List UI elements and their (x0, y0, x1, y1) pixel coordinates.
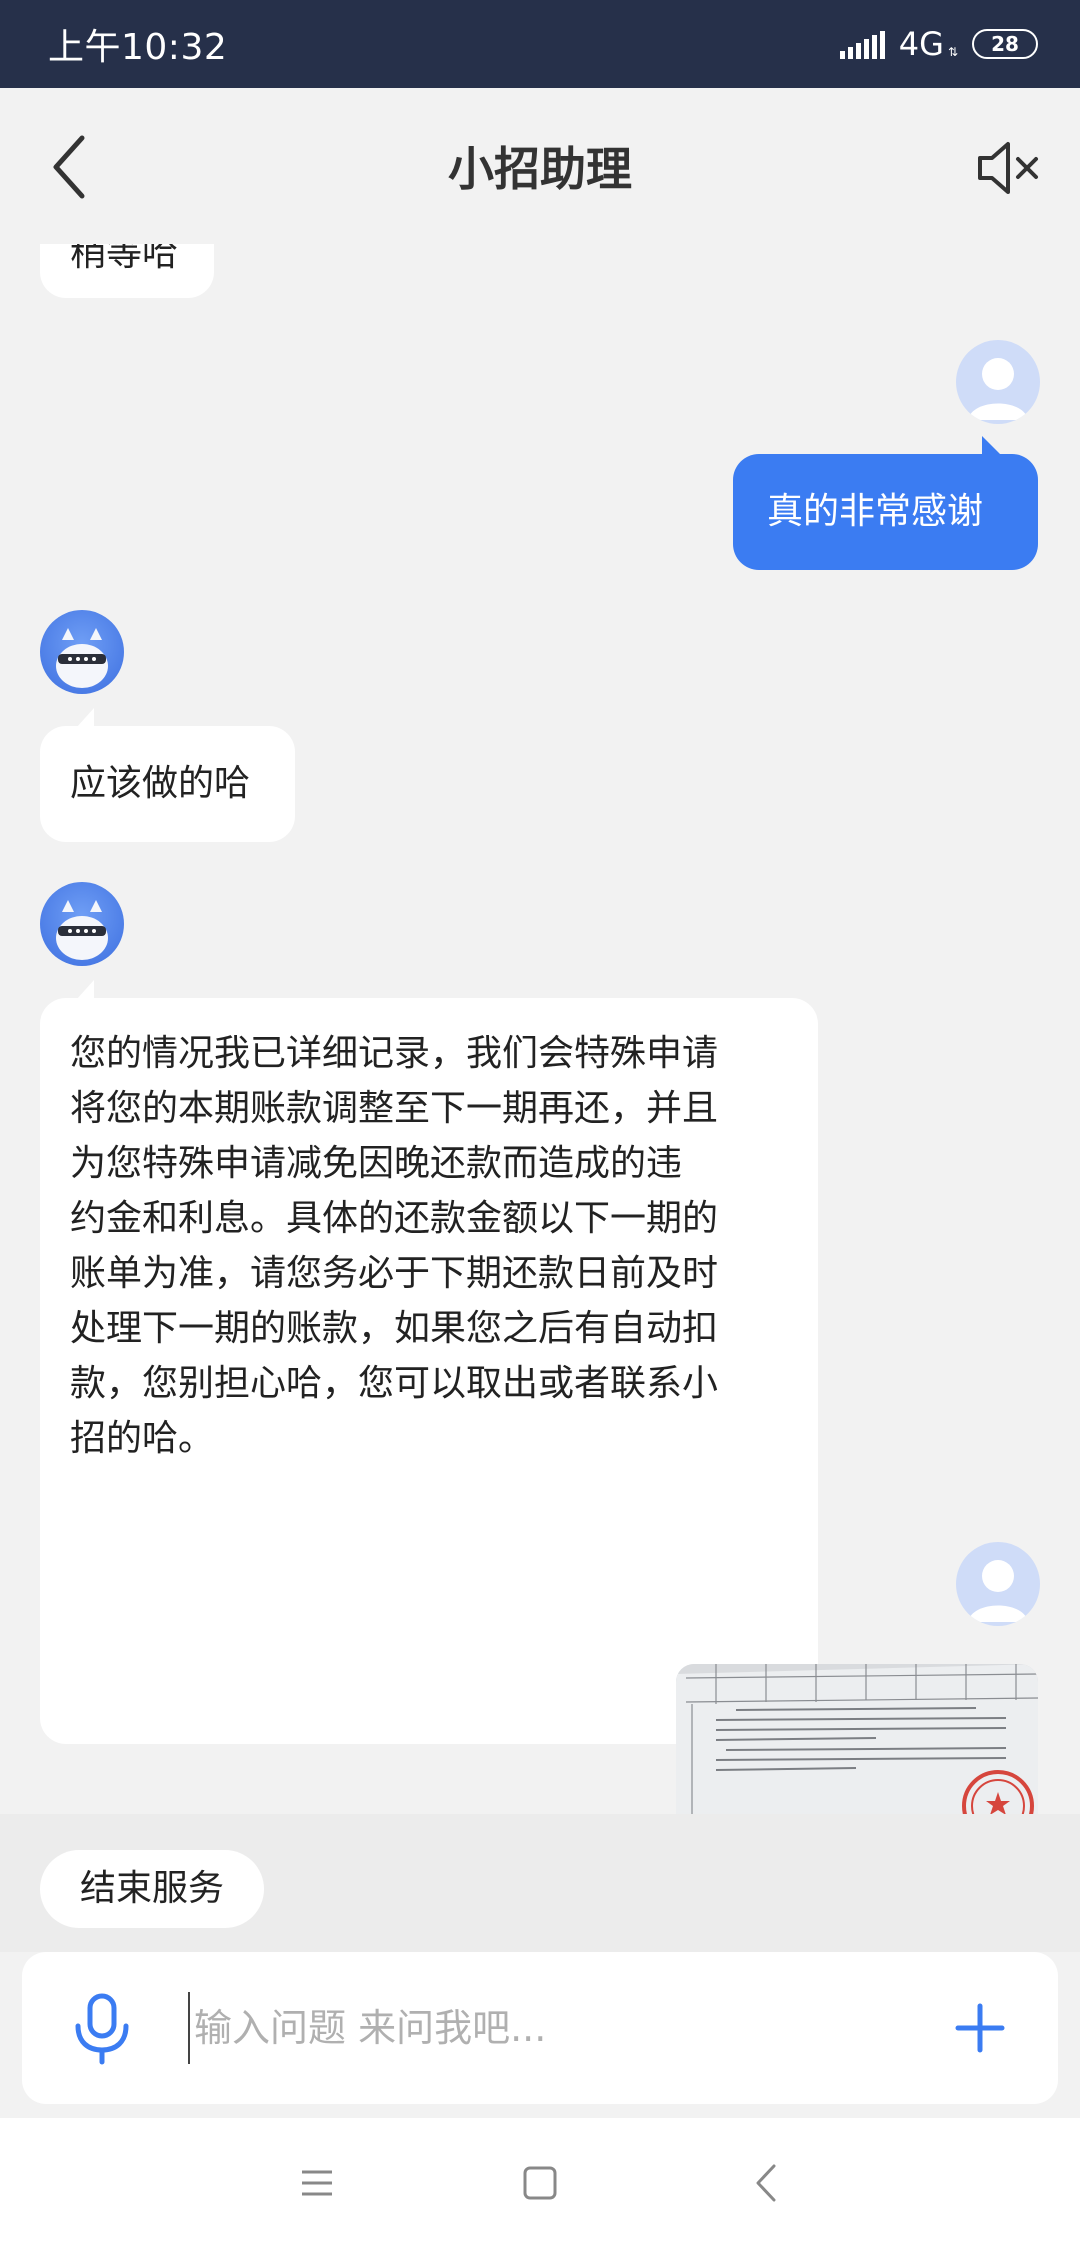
quick-actions-bar: 结束服务 (0, 1814, 1080, 1952)
network-type: 4G (898, 25, 944, 63)
status-indicators: 4G ⇅ 28 (839, 25, 1038, 63)
message-line: 为您特殊申请减免因晚还款而造成的违 (70, 1143, 683, 1184)
message-input[interactable] (188, 1992, 948, 2064)
battery-level: 28 (991, 32, 1019, 56)
square-icon (523, 2166, 557, 2200)
status-bar: 上午10:32 4G ⇅ 28 (0, 0, 1080, 88)
document-photo-thumbnail (676, 1664, 1038, 1814)
message-line: 账单为准，请您务必于下期还款日前及时 (70, 1253, 719, 1294)
status-time: 上午10:32 (48, 27, 228, 68)
system-nav-bar (0, 2118, 1080, 2248)
bot-message: 应该做的哈 (40, 726, 295, 842)
plus-icon (955, 2003, 1005, 2053)
signal-icon (839, 29, 885, 59)
end-service-button[interactable]: 结束服务 (40, 1850, 265, 1928)
user-avatar-icon (968, 1560, 1028, 1622)
bot-message-long: 您的情况我已详细记录，我们会特殊申请 将您的本期账款调整至下一期再还，并且 为您… (40, 998, 818, 1744)
chat-list[interactable]: 稍等哈 真的非常感谢 应该做的哈 您的情况我已详细记录，我们会特殊申请 将您的本… (0, 244, 1080, 1814)
data-activity-icon: ⇅ (947, 45, 958, 59)
page-title: 小招助理 (448, 142, 632, 196)
bot-avatar[interactable] (40, 882, 124, 966)
more-options-button[interactable] (952, 2000, 1008, 2056)
message-text: 应该做的哈 (70, 763, 251, 804)
back-button[interactable] (40, 132, 100, 202)
message-line: 招的哈。 (70, 1418, 215, 1459)
chevron-left-icon (756, 2164, 776, 2202)
message-line: 处理下一期的账款，如果您之后有自动扣 (70, 1308, 719, 1349)
message-line: 您的情况我已详细记录，我们会特殊申请 (70, 1033, 719, 1074)
system-back-button[interactable] (742, 2158, 792, 2208)
chevron-left-icon (53, 135, 85, 199)
speaker-muted-icon (978, 142, 1038, 194)
recent-apps-button[interactable] (292, 2158, 342, 2208)
message-line: 将您的本期账款调整至下一期再还，并且 (70, 1088, 719, 1129)
home-button[interactable] (515, 2158, 565, 2208)
user-avatar-icon (968, 358, 1028, 420)
robot-avatar-icon (56, 900, 108, 960)
bot-message-partial: 稍等哈 (40, 244, 214, 298)
mute-button[interactable] (976, 140, 1042, 196)
message-line: 约金和利息。具体的还款金额以下一期的 (70, 1198, 719, 1239)
microphone-icon (75, 1993, 129, 2065)
message-text: 稍等哈 (70, 244, 179, 274)
message-line: 款，您别担心哈，您可以取出或者联系小 (70, 1363, 719, 1404)
user-avatar[interactable] (956, 340, 1040, 424)
app-header: 小招助理 (0, 88, 1080, 244)
message-input-bar (22, 1952, 1058, 2104)
message-text: 真的非常感谢 (767, 491, 984, 532)
robot-avatar-icon (56, 628, 108, 688)
bubble-tail (76, 980, 94, 1000)
voice-input-button[interactable] (70, 1992, 134, 2066)
user-message: 真的非常感谢 (733, 454, 1038, 570)
battery-icon: 28 (972, 29, 1038, 59)
user-avatar[interactable] (956, 1542, 1040, 1626)
bot-avatar[interactable] (40, 610, 124, 694)
user-image-message[interactable] (676, 1664, 1038, 1814)
menu-icon (302, 2170, 332, 2196)
bubble-tail (76, 708, 94, 728)
